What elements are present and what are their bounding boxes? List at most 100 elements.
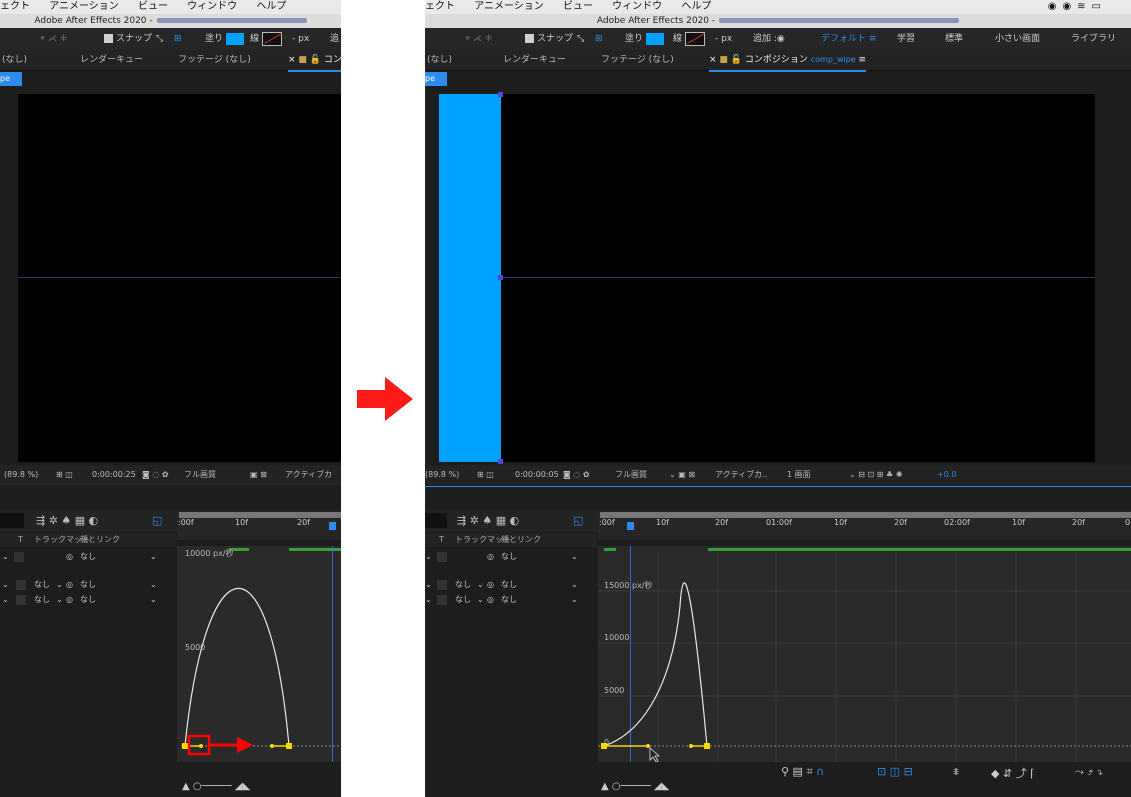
workspace-standard[interactable]: 標準 (945, 28, 963, 50)
fill-control[interactable]: 塗り (625, 28, 665, 50)
menu-view[interactable]: ビュー (138, 1, 168, 12)
bezier-handle[interactable] (270, 744, 274, 748)
tab-render-queue[interactable]: レンダーキュー (503, 50, 566, 70)
zoom-slider[interactable]: ▲ ○───── ◢◣ (182, 781, 250, 792)
quality-dropdown[interactable]: フル画質 (615, 465, 647, 485)
menu-animation[interactable]: アニメーション (49, 1, 119, 12)
layer-row[interactable]: ⌄ なし ⌄ ◎ なし ⌄ (425, 578, 597, 592)
workspace-small[interactable]: 小さい画面 (995, 28, 1040, 50)
region-icon[interactable]: ⌄ ▣ ⊠ (669, 465, 695, 485)
comp-name-tab[interactable]: pe (425, 72, 447, 86)
quality-dropdown[interactable]: フル画質 (184, 465, 216, 485)
layer-row[interactable]: ⌄ なし ⌄ ◎ なし ⌄ (0, 593, 176, 607)
layer-row[interactable]: ⌄ ◎ なし ⌄ (425, 550, 597, 564)
zoom-dropdown[interactable]: (89.8 %) (425, 465, 459, 485)
menu-window[interactable]: ウィンドウ (612, 1, 662, 12)
graph-editor[interactable]: 15000 px/秒 10000 5000 0 (598, 546, 1131, 762)
layer-row[interactable]: ⌄ ◎ なし ⌄ (0, 550, 176, 564)
stroke-control[interactable]: 線 (250, 28, 283, 50)
bezier-handle[interactable] (199, 744, 203, 748)
bezier-handle[interactable] (646, 744, 650, 748)
bezier-handle[interactable] (689, 744, 693, 748)
align-icon[interactable]: ⊞ (174, 28, 182, 50)
menu-effect[interactable]: ェクト (425, 1, 455, 12)
shy-icon[interactable]: ⇶ ✲ ♠ ▦ ◐ (457, 510, 519, 532)
pin-tool-icon[interactable]: ⌖ ⋌ ⁜ (40, 28, 67, 50)
work-area-bar[interactable] (179, 512, 341, 518)
keyframe-interp-icon[interactable]: ◆ ⇵ ⤴ ⌈ (991, 765, 1034, 781)
comp-name-tab[interactable]: pe (0, 72, 22, 86)
keyframe[interactable] (182, 743, 188, 749)
easy-ease-icon[interactable]: ⤳ ⤴ ⤵ (1075, 765, 1103, 779)
add-button[interactable]: 追加 :◉ (753, 28, 785, 50)
active-camera-dropdown[interactable]: アクティブカ.. (715, 465, 767, 485)
stroke-width[interactable]: - px (292, 28, 309, 50)
workspace-default[interactable]: デフォルト ≡ (821, 28, 876, 50)
exposure-value[interactable]: +0.0 (937, 465, 956, 485)
active-camera-dropdown[interactable]: アクティブカ (285, 465, 332, 485)
tab-render-queue[interactable]: レンダーキュー (80, 50, 143, 70)
graph-editor[interactable]: 10000 px/秒 5000 (177, 546, 341, 762)
menu-animation[interactable]: アニメーション (474, 1, 544, 12)
work-area-bar[interactable] (600, 512, 1131, 518)
graph-options-icon[interactable]: ⚲ ▤ ⌗ ∩ (781, 765, 824, 779)
layer-row[interactable]: ⌄ なし ⌄ ◎ なし ⌄ (425, 593, 597, 607)
keyframe[interactable] (704, 743, 710, 749)
keyframe[interactable] (601, 743, 607, 749)
composition-viewer[interactable] (439, 92, 1095, 464)
workspace-library[interactable]: ライブラリ (1071, 28, 1116, 50)
region-icon[interactable]: ▣ ⊠ (250, 465, 267, 485)
menu-effect[interactable]: ェクト (0, 1, 30, 12)
camera-icon[interactable]: ◙ ◌ ✿ (142, 465, 169, 485)
pin-tool-icon[interactable]: ⌖ ⋌ ⁜ (465, 28, 492, 50)
current-time[interactable]: 0:00:00:05 (515, 465, 559, 485)
stroke-width[interactable]: - px (715, 28, 732, 50)
speed-graph (598, 552, 1131, 762)
guide-line (18, 277, 341, 278)
tab-footage[interactable]: フッテージ (なし) (601, 50, 674, 70)
tab-footage[interactable]: フッテージ (なし) (178, 50, 251, 70)
menu-help[interactable]: ヘルプ (256, 1, 286, 12)
grid-icon[interactable]: ⊞ ◫ (477, 465, 494, 485)
zoom-dropdown[interactable]: (89.8 %) (4, 465, 38, 485)
playhead[interactable] (627, 522, 634, 530)
separate-dimensions-icon[interactable]: ⩨ (953, 765, 959, 779)
grid-icon[interactable]: ⊞ ◫ (56, 465, 73, 485)
fit-icon[interactable]: ⊡ ◫ ⊟ (877, 765, 913, 778)
stroke-control[interactable]: 線 (673, 28, 706, 50)
viewer-controls: (89.8 %) ⊞ ◫ 0:00:00:25 ◙ ◌ ✿ フル画質 ▣ ⊠ ア… (0, 465, 341, 485)
playhead[interactable] (329, 522, 336, 530)
snap-toggle[interactable]: スナップ (525, 28, 573, 50)
time-ruler[interactable]: :00f 10f 20f (177, 512, 341, 540)
shy-icon[interactable]: ⇶ ✲ ♠ ▦ ◐ (36, 510, 98, 532)
wipe-shape-layer[interactable] (439, 94, 501, 462)
tab-none[interactable]: (なし) (427, 50, 452, 70)
graph-editor-icon[interactable]: ◱ (152, 510, 162, 532)
keyframe[interactable] (286, 743, 292, 749)
align-icon[interactable]: ⊞ (595, 28, 603, 50)
view-layout-dropdown[interactable]: 1 画面 (787, 465, 811, 485)
fill-control[interactable]: 塗り (205, 28, 245, 50)
workspace-learn[interactable]: 学習 (897, 28, 915, 50)
snap-options-icon[interactable]: ⤡ (577, 28, 584, 50)
tab-composition[interactable]: × ■ 🔓 コンポジション comp_wipe ≡ (709, 50, 867, 72)
menu-help[interactable]: ヘルプ (681, 1, 711, 12)
snap-options-icon[interactable]: ⤡ (156, 28, 163, 50)
viewer-options-icon[interactable]: ⌄ ⊟ ⊡ ⊞ ♣ ✺ (849, 465, 902, 485)
time-ruler[interactable]: :00f 10f 20f 01:00f 10f 20f 02:00f 10f 2… (598, 512, 1131, 540)
tab-composition[interactable]: × ■ 🔓 コン (288, 50, 341, 72)
tab-none[interactable]: (なし) (2, 50, 27, 70)
menu-window[interactable]: ウィンドウ (187, 1, 237, 12)
panel-tabs: (なし) レンダーキュー フッテージ (なし) × ■ 🔓 コン (0, 50, 341, 72)
layer-row[interactable]: ⌄ なし ⌄ ◎ なし ⌄ (0, 578, 176, 592)
composition-viewer[interactable] (18, 94, 341, 462)
timeline-search[interactable] (0, 513, 24, 528)
add-button[interactable]: 追 (330, 28, 339, 50)
camera-icon[interactable]: ◙ ◌ ✿ (563, 465, 590, 485)
timeline-search[interactable] (425, 513, 447, 528)
current-time[interactable]: 0:00:00:25 (92, 465, 136, 485)
menu-view[interactable]: ビュー (563, 1, 593, 12)
zoom-slider[interactable]: ▲ ○───── ◢◣ (601, 781, 669, 792)
snap-toggle[interactable]: スナップ (104, 28, 152, 50)
graph-editor-icon[interactable]: ◱ (573, 510, 583, 532)
